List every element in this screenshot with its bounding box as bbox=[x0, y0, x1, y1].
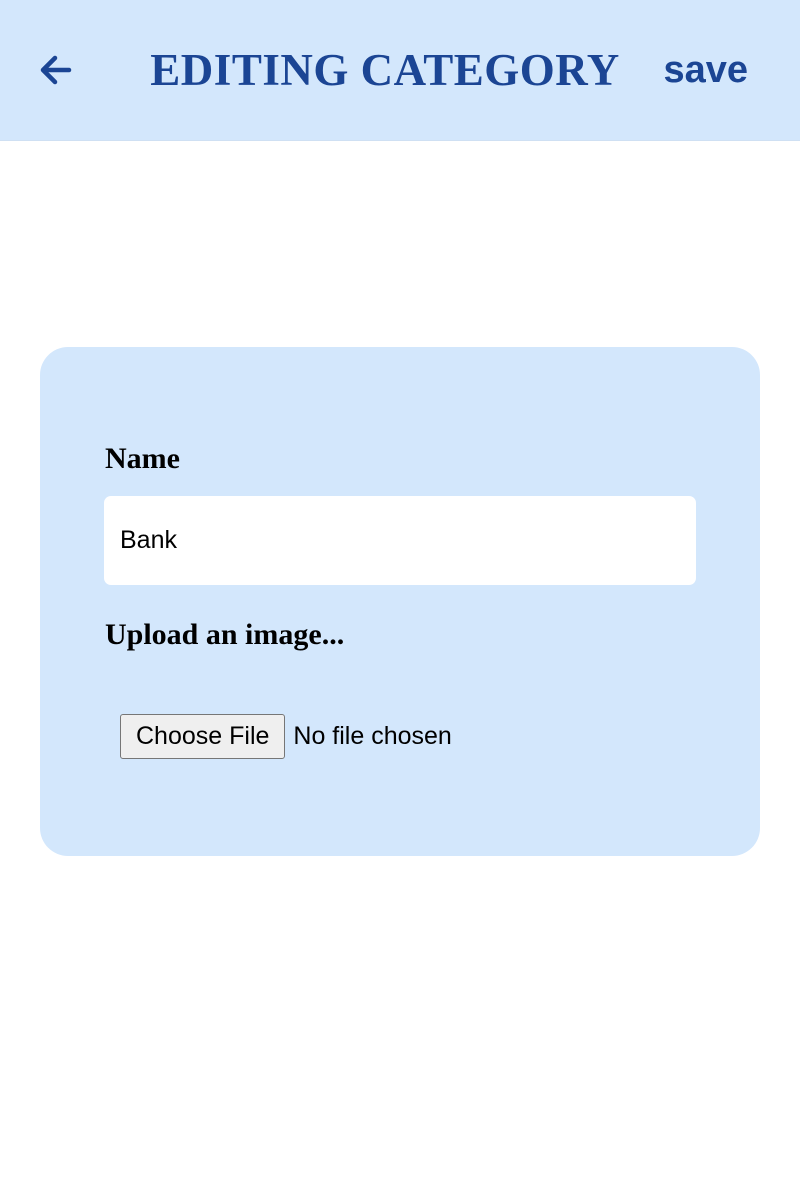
edit-category-form: Name Upload an image... Choose File No f… bbox=[40, 347, 760, 856]
file-upload-control: Choose File No file chosen bbox=[120, 714, 452, 759]
upload-image-label: Upload an image... bbox=[105, 618, 345, 651]
top-app-bar: EDITING CATEGORY save bbox=[0, 0, 800, 141]
save-button[interactable]: save bbox=[663, 46, 748, 94]
name-label: Name bbox=[105, 442, 180, 475]
choose-file-button[interactable]: Choose File bbox=[120, 714, 286, 759]
name-input[interactable] bbox=[104, 496, 696, 585]
file-status-text: No file chosen bbox=[293, 722, 452, 750]
